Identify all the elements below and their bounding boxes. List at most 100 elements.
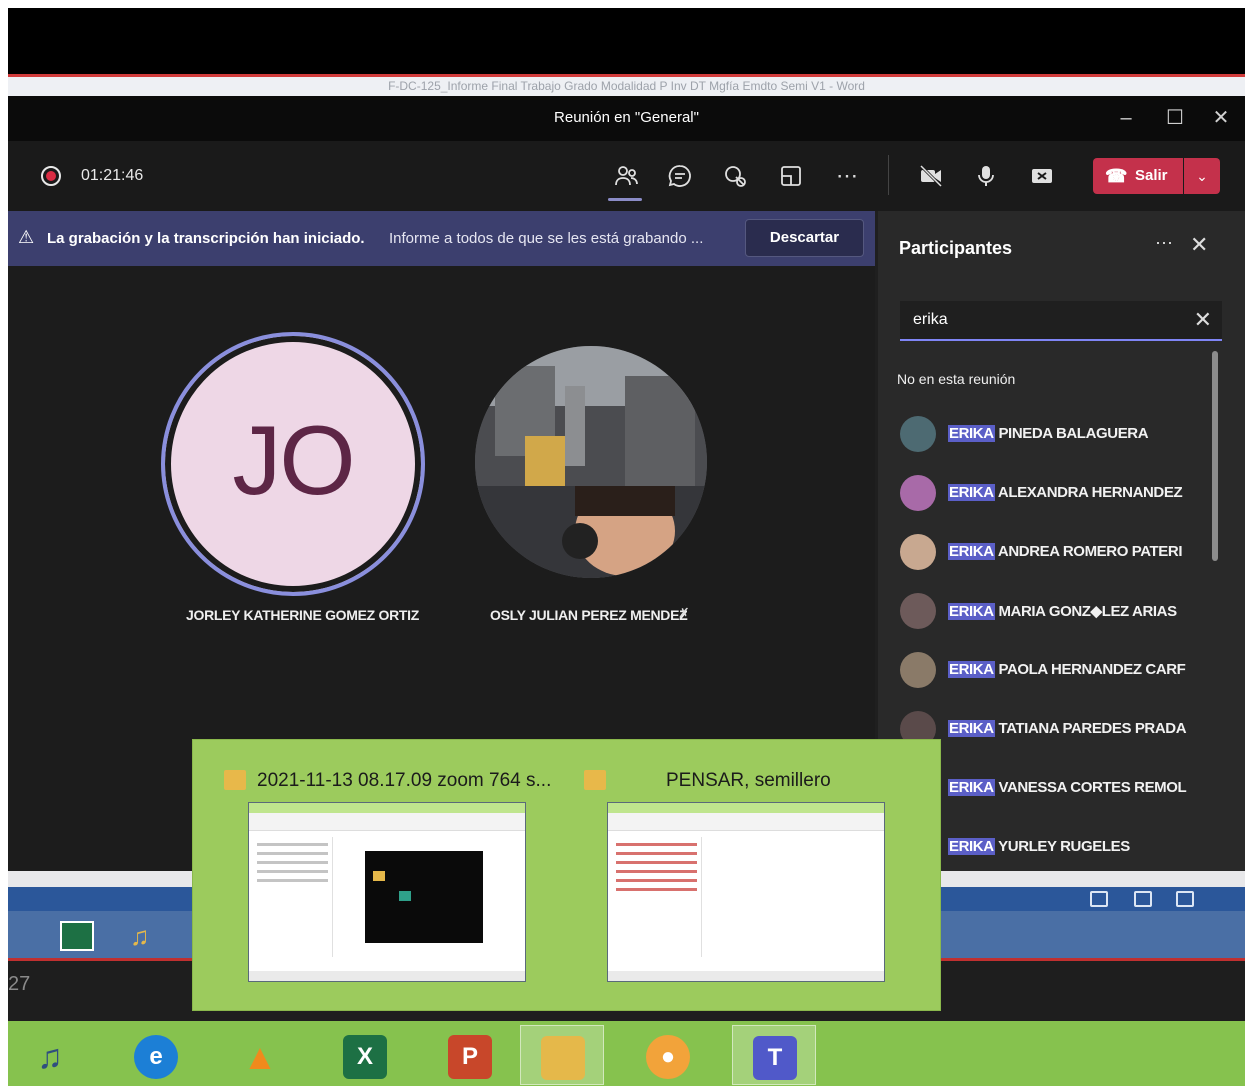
search-highlight: ERIKA <box>948 661 995 678</box>
participant-name: PINEDA BALAGUERA <box>998 425 1149 442</box>
taskbar-music-app[interactable]: ♫ <box>8 1025 92 1085</box>
banner-text: Informe a todos de que se les está graba… <box>389 230 704 247</box>
window-titlebar <box>608 803 884 813</box>
avatar <box>900 593 936 629</box>
nav-pane <box>612 837 702 957</box>
thumbnail-title[interactable]: PENSAR, semillero <box>666 770 831 792</box>
video-letterbox <box>8 8 1245 74</box>
folder-icon <box>584 770 606 790</box>
word-window-title: F-DC-125_Informe Final Trabajo Grado Mod… <box>8 74 1245 96</box>
participant-row[interactable]: ERIKA YURLEY RUGELES <box>900 829 1210 869</box>
participant-name: MARIA GONZ◆LEZ ARIAS <box>998 603 1177 620</box>
participant-row[interactable]: ERIKA ALEXANDRA HERNANDEZ <box>900 475 1210 515</box>
avatar <box>900 416 936 452</box>
participant-row[interactable]: ERIKA ANDREA ROMERO PATERI <box>900 534 1210 574</box>
rooms-icon[interactable] <box>773 159 809 193</box>
thumbnail-title[interactable]: 2021-11-13 08.17.09 zoom 764 s... <box>257 770 551 792</box>
camera-off-icon[interactable] <box>913 159 949 193</box>
thumbnail-preview[interactable] <box>248 802 526 982</box>
clear-search-icon[interactable]: ✕ <box>1194 307 1212 333</box>
participant-name: YURLEY RUGELES <box>998 838 1130 855</box>
leave-button[interactable]: ☎ Salir <box>1093 158 1183 194</box>
muted-mic-icon: ✗ <box>678 605 690 621</box>
leave-label: Salir <box>1135 167 1168 184</box>
background-number: 27 <box>8 973 31 995</box>
participant-name: OSLY JULIAN PEREZ MENDEZ <box>490 607 688 623</box>
read-mode-icon[interactable] <box>1090 891 1108 907</box>
participant-avatar: JO <box>161 332 425 596</box>
warning-icon: ⚠ <box>18 227 35 247</box>
participant-name: VANESSA CORTES REMOL <box>998 779 1187 796</box>
status-bar <box>249 971 525 981</box>
taskbar-file-explorer[interactable] <box>520 1025 604 1085</box>
search-highlight: ERIKA <box>948 720 995 737</box>
share-screen-stop-icon[interactable] <box>1024 159 1060 193</box>
participant-name: TATIANA PAREDES PRADA <box>998 720 1187 737</box>
participant-search-input[interactable]: erika ✕ <box>900 301 1222 341</box>
search-value: erika <box>913 311 948 328</box>
file-explorer-icon <box>541 1036 585 1080</box>
recording-banner: ⚠ La grabación y la transcripción han in… <box>8 211 875 266</box>
dismiss-button[interactable]: Descartar <box>745 219 864 257</box>
taskbar-powerpoint[interactable]: P <box>428 1025 512 1085</box>
teams-titlebar: Reunión en "General" – ☐ ✕ <box>8 96 1245 141</box>
explorer-thumbnail-popup: 2021-11-13 08.17.09 zoom 764 s... PENSAR… <box>192 739 941 1011</box>
hang-up-icon: ☎ <box>1105 166 1128 186</box>
participant-name: ANDREA ROMERO PATERI <box>997 543 1183 560</box>
microphone-icon[interactable] <box>968 159 1004 193</box>
leave-options-chevron-icon[interactable]: ⌄ <box>1184 158 1220 194</box>
recording-timer: 01:21:46 <box>81 167 144 184</box>
taskbar-vlc[interactable]: ▲ <box>218 1025 302 1085</box>
participant-name: PAOLA HERNANDEZ CARF <box>998 661 1186 678</box>
print-layout-icon[interactable] <box>1134 891 1152 907</box>
web-layout-icon[interactable] <box>1176 891 1194 907</box>
ribbon <box>608 813 884 831</box>
scrollbar[interactable] <box>1212 351 1218 561</box>
reactions-icon[interactable] <box>717 159 753 193</box>
search-highlight: ERIKA <box>948 838 995 855</box>
participant-row[interactable]: ERIKA MARIA GONZ◆LEZ ARIAS <box>900 593 1210 633</box>
music-app-icon: ♫ <box>37 1038 63 1076</box>
participant-row[interactable]: ERIKA PINEDA BALAGUERA <box>900 416 1210 456</box>
taskbar-vpn[interactable]: ● <box>626 1025 710 1085</box>
maximize-button[interactable]: ☐ <box>1160 104 1190 134</box>
status-bar <box>608 971 884 981</box>
close-window-button[interactable]: ✕ <box>1206 104 1236 134</box>
video-preview <box>365 851 483 943</box>
participants-icon[interactable] <box>608 159 644 193</box>
participant-photo <box>475 346 707 578</box>
recording-indicator-icon <box>41 166 61 186</box>
search-highlight: ERIKA <box>948 484 995 501</box>
search-highlight: ERIKA <box>948 425 995 442</box>
avatar <box>900 475 936 511</box>
participant-name: ALEXANDRA HERNANDEZ <box>997 484 1183 501</box>
taskbar-teams[interactable]: T <box>732 1025 816 1085</box>
taskbar-edge[interactable]: e <box>114 1025 198 1085</box>
minimize-button[interactable]: – <box>1111 104 1141 134</box>
participant-row[interactable]: ERIKA PAOLA HERNANDEZ CARF <box>900 652 1210 692</box>
meeting-toolbar: 01:21:46 ⋯ ☎ Salir ⌄ <box>8 141 1245 211</box>
vpn-shield-icon: ● <box>646 1035 690 1079</box>
avatar-initials: JO <box>232 405 355 515</box>
avatar <box>900 652 936 688</box>
taskbar-excel[interactable]: X <box>323 1025 407 1085</box>
search-highlight: ERIKA <box>948 543 995 560</box>
panel-more-icon[interactable]: ⋯ <box>1155 233 1173 254</box>
nav-pane <box>253 837 333 957</box>
more-actions-icon[interactable]: ⋯ <box>829 159 865 193</box>
powerpoint-icon: P <box>448 1035 492 1079</box>
window-titlebar <box>249 803 525 813</box>
chat-icon[interactable] <box>662 159 698 193</box>
section-not-in-meeting: No en esta reunión <box>897 371 1016 387</box>
thumbnail-preview[interactable] <box>607 802 885 982</box>
panel-close-icon[interactable]: ✕ <box>1190 232 1208 258</box>
participant-row[interactable]: ERIKA VANESSA CORTES REMOL <box>900 770 1210 810</box>
search-highlight: ERIKA <box>948 779 995 796</box>
panel-title: Participantes <box>899 238 1013 258</box>
folder-icon <box>224 770 246 790</box>
participant-row[interactable]: ERIKA TATIANA PAREDES PRADA <box>900 711 1210 751</box>
vlc-icon: ▲ <box>242 1036 278 1077</box>
banner-bold-text: La grabación y la transcripción han inic… <box>47 230 365 247</box>
teams-icon: T <box>753 1036 797 1080</box>
toolbar-separator <box>888 155 889 195</box>
